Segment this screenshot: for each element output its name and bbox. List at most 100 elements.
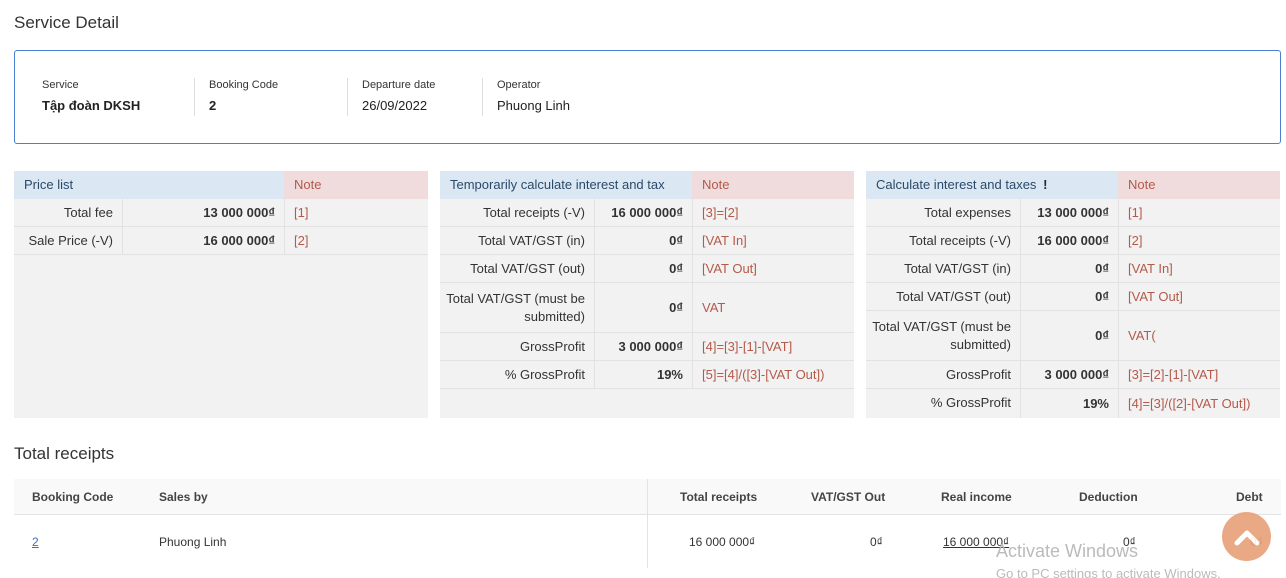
calc-row-value: 3 000 000₫ [1044, 367, 1109, 382]
calc-row-value: 0₫ [1095, 289, 1109, 304]
calc-row-note: [4]=[3]/([2]-[VAT Out]) [1128, 395, 1251, 411]
calc-row-note: [2] [1128, 233, 1143, 248]
calc-row: Total VAT/GST (in) 0₫ [VAT In] [866, 255, 1280, 283]
calc-row-note: [VAT Out] [702, 261, 757, 276]
column-divider [692, 199, 693, 389]
calc-row: Total receipts (-V) 16 000 000₫ [2] [866, 227, 1280, 255]
calc-row-value: 0₫ [1095, 261, 1109, 276]
price-row-note: [2] [294, 233, 309, 248]
calc-row-value: 16 000 000₫ [611, 205, 683, 220]
divider [347, 78, 348, 116]
column-divider [1020, 199, 1021, 418]
temp-calc-title: Temporarily calculate interest and tax [440, 171, 692, 199]
column-divider [284, 199, 285, 255]
calc-row-note: [VAT In] [1128, 261, 1173, 276]
calc-row-value: 3 000 000₫ [618, 339, 683, 354]
operator-value: Phuong Linh [497, 98, 571, 113]
calc-row-note: [5]=[4]/([3]-[VAT Out]) [702, 367, 825, 382]
departure-date-value: 26/09/2022 [362, 98, 428, 113]
calc-row-label: Total receipts (-V) [483, 204, 585, 220]
price-list-title: Price list [14, 171, 284, 199]
operator-info: Operator Phuong Linh [497, 79, 570, 113]
calc-row-label: Total VAT/GST (out) [896, 288, 1011, 304]
calc-row-label: Total receipts (-V) [909, 232, 1011, 248]
calc-row: Total VAT/GST (out) 0₫ [VAT Out] [440, 255, 854, 283]
price-row-value: 16 000 000₫ [203, 233, 275, 248]
calc-row-value: 0₫ [669, 233, 683, 248]
calc-row: Total VAT/GST (in) 0₫ [VAT In] [440, 227, 854, 255]
calc-row-note: [4]=[3]-[1]-[VAT] [702, 339, 793, 354]
price-row-label: Sale Price (-V) [28, 232, 113, 248]
service-info: Service Tập đoàn DKSH [42, 79, 140, 113]
total-receipts-cell: 16 000 000₫ [689, 535, 756, 549]
calc-row-note: VAT [702, 300, 726, 315]
activate-windows-subtext: Go to PC settings to activate Windows. [996, 566, 1221, 578]
temp-calc-panel: Temporarily calculate interest and tax N… [440, 171, 854, 418]
col-booking-code[interactable]: Booking Code [32, 479, 113, 515]
booking-code-value: 2 [209, 98, 217, 113]
calc-row-label: GrossProfit [519, 338, 585, 354]
service-info-card: Service Tập đoàn DKSH Booking Code 2 Dep… [14, 50, 1281, 144]
column-divider [122, 199, 123, 255]
calc-row: Total receipts (-V) 16 000 000₫ [3]=[2] [440, 199, 854, 227]
column-divider [594, 199, 595, 389]
calc-row-value: 0₫ [669, 300, 683, 315]
calc-panel: Calculate interest and taxes ! Note Tota… [866, 171, 1280, 418]
calc-row-label: GrossProfit [945, 366, 1011, 382]
booking-code-label: Booking Code [209, 79, 279, 91]
activate-windows-watermark: Activate Windows [996, 541, 1139, 561]
calc-row-note: [VAT Out] [1128, 289, 1183, 304]
vat-out-cell: 0₫ [870, 535, 883, 549]
calc-row: GrossProfit 3 000 000₫ [3]=[2]-[1]-[VAT] [866, 361, 1280, 389]
calc-row-value: 0₫ [669, 261, 683, 276]
calc-row-label: % GrossProfit [504, 366, 585, 382]
booking-info: Booking Code 2 [209, 79, 278, 113]
calc-row-label: % GrossProfit [930, 395, 1011, 410]
scroll-to-top-button[interactable] [1222, 512, 1271, 561]
calc-row: Total VAT/GST (must be submitted) 0₫ VAT [440, 283, 854, 333]
col-real-income[interactable]: Real income [941, 479, 1012, 515]
price-row: Sale Price (-V) 16 000 000₫ [2] [14, 227, 428, 255]
note-header: Note [692, 171, 854, 199]
page-title: Service Detail [14, 13, 119, 32]
calc-row-label: Total VAT/GST (must be submitted) [872, 318, 1011, 352]
note-header: Note [284, 171, 428, 199]
calc-row-label: Total VAT/GST (out) [470, 260, 585, 276]
price-row-value: 13 000 000₫ [203, 205, 275, 220]
departure-date-label: Departure date [362, 79, 436, 91]
alert-icon[interactable]: ! [1043, 177, 1047, 192]
calc-row-value: 13 000 000₫ [1037, 205, 1109, 220]
calc-row-note: [VAT In] [702, 233, 747, 248]
booking-code-link[interactable]: 2 [32, 524, 39, 560]
calc-row-label: Total VAT/GST (in) [904, 260, 1011, 276]
divider [482, 78, 483, 116]
calc-row-value: 16 000 000₫ [1037, 233, 1109, 248]
col-deduction[interactable]: Deduction [1079, 479, 1138, 515]
col-sales-by[interactable]: Sales by [159, 479, 208, 515]
chevron-up-icon [1234, 530, 1259, 545]
receipts-title: Total receipts [14, 444, 115, 463]
column-divider [1118, 199, 1119, 418]
price-row-note: [1] [294, 205, 309, 220]
price-row: Total fee 13 000 000₫ [1] [14, 199, 428, 227]
calc-row-label: Total VAT/GST (in) [478, 232, 585, 248]
col-vat-out[interactable]: VAT/GST Out [811, 479, 885, 515]
calc-row: Total VAT/GST (out) 0₫ [VAT Out] [866, 283, 1280, 311]
calc-row-label: Total VAT/GST (must be submitted) [446, 290, 585, 324]
service-value: Tập đoàn DKSH [42, 98, 141, 113]
calc-row-value: 19% [1082, 395, 1109, 411]
calc-title-text: Calculate interest and taxes [876, 177, 1037, 192]
calc-row: GrossProfit 3 000 000₫ [4]=[3]-[1]-[VAT] [440, 333, 854, 361]
calc-row: % GrossProfit 19% [5]=[4]/([3]-[VAT Out]… [440, 361, 854, 389]
calc-row: Total VAT/GST (must be submitted) 0₫ VAT… [866, 311, 1280, 361]
divider [194, 78, 195, 116]
calc-row-label: Total expenses [924, 204, 1011, 220]
note-header: Note [1118, 171, 1280, 199]
calc-row-note: [1] [1128, 205, 1143, 220]
price-list-panel: Price list Note Total fee 13 000 000₫ [1… [14, 171, 428, 418]
operator-label: Operator [497, 79, 541, 91]
calc-row-note: [3]=[2]-[1]-[VAT] [1128, 367, 1219, 382]
col-debt[interactable]: Debt [1236, 479, 1263, 515]
col-total-receipts[interactable]: Total receipts [680, 479, 757, 515]
calc-row-value: 19% [656, 367, 683, 382]
